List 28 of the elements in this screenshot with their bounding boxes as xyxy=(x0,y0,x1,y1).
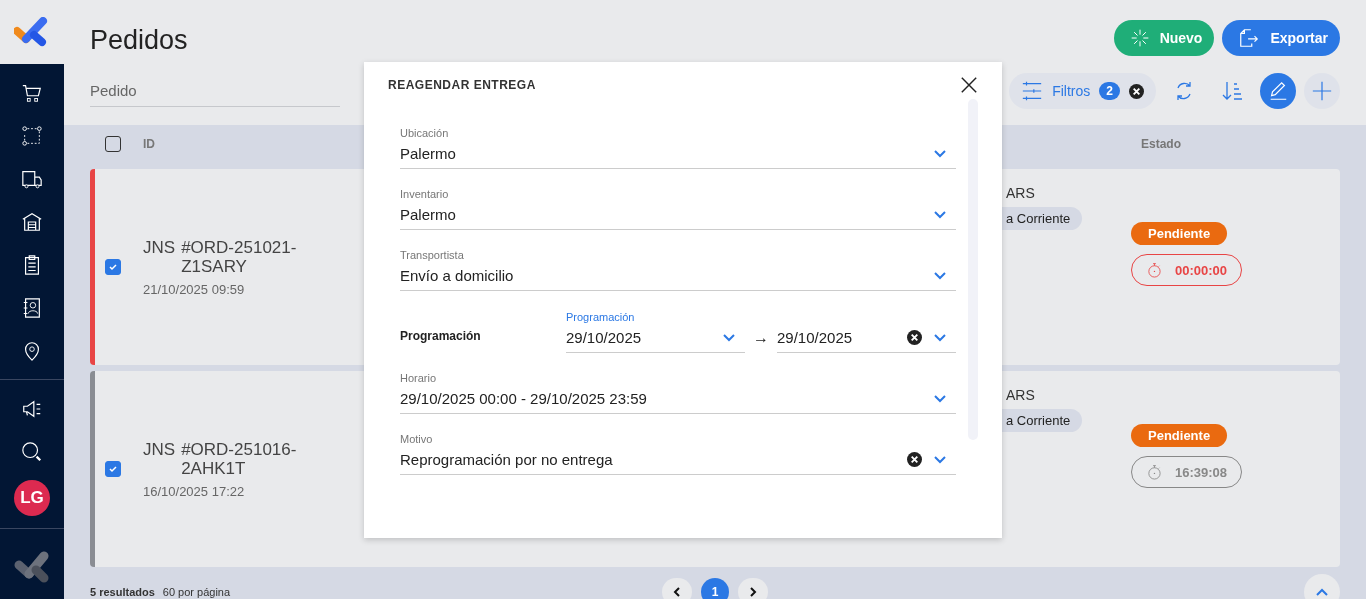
status-badge: Pendiente xyxy=(1131,424,1228,447)
filters-label: Filtros xyxy=(1052,83,1091,99)
field-label: Transportista xyxy=(400,249,465,261)
carrier-code: JNS xyxy=(143,237,176,258)
currency: ARS xyxy=(1005,185,1035,201)
field-value: Envío a domicilio xyxy=(400,267,515,284)
field-label: Ubicación xyxy=(400,127,450,139)
field-label: Horario xyxy=(400,372,438,384)
field-label: Motivo xyxy=(400,433,434,445)
field-value: 29/10/2025 xyxy=(777,329,854,346)
results-count: 5 resultados xyxy=(90,585,155,598)
currency: ARS xyxy=(1005,387,1035,403)
field-label: Programación xyxy=(566,311,636,323)
field-value: Palermo xyxy=(400,206,457,223)
carrier-code: JNS xyxy=(143,439,176,460)
order-date: 21/10/2025 09:59 xyxy=(143,281,246,297)
field-value: 29/10/2025 00:00 - 29/10/2025 23:59 xyxy=(400,390,648,407)
field-label: Programación xyxy=(400,328,482,343)
field-value: Reprogramación por no entrega xyxy=(400,451,614,468)
filter-count: 2 xyxy=(1099,82,1120,100)
dialog-title: REAGENDAR ENTREGA xyxy=(388,78,536,92)
range-arrow: → xyxy=(752,329,770,348)
field-value: Palermo xyxy=(400,145,457,162)
page-title: Pedidos xyxy=(90,24,188,56)
status-badge: Pendiente xyxy=(1131,222,1228,245)
field-value: 29/10/2025 xyxy=(566,329,643,346)
order-date: 16/10/2025 17:22 xyxy=(143,483,246,499)
field-label: Inventario xyxy=(400,188,450,200)
